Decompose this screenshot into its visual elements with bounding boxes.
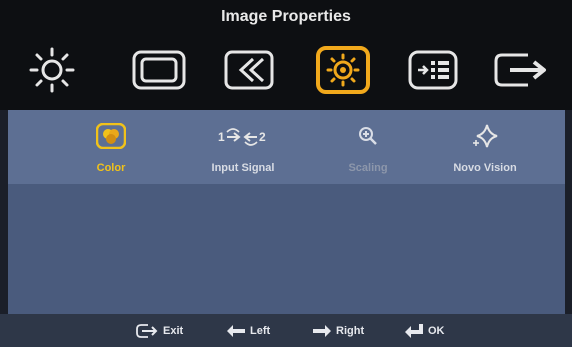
main-menu-item-image-setup[interactable] <box>220 42 278 98</box>
exit-icon <box>136 323 158 338</box>
osd-title: Image Properties <box>0 0 572 34</box>
arrow-left-icon <box>227 324 245 337</box>
footer-hints: Exit Left Right OK <box>0 314 572 347</box>
submenu-panel: Color 1 2 Input Signal Scaling Novo Visi… <box>8 110 565 184</box>
submenu-item-input-signal[interactable]: 1 2 Input Signal <box>198 110 288 184</box>
input-signal-icon: 1 2 <box>218 128 266 146</box>
footer-left[interactable]: Left <box>227 314 270 347</box>
arrow-right-icon <box>313 324 331 337</box>
submenu-label-scaling: Scaling <box>348 162 388 174</box>
footer-ok-label: OK <box>428 324 445 337</box>
title-text: Image Properties <box>221 8 351 25</box>
footer-right-label: Right <box>336 324 365 337</box>
brightness-icon <box>29 47 75 93</box>
footer-ok[interactable]: OK <box>405 314 445 347</box>
submenu-label-input-signal: Input Signal <box>211 162 275 174</box>
submenu-label-color: Color <box>96 162 126 174</box>
footer-left-label: Left <box>250 324 271 337</box>
main-menu-item-image-properties[interactable] <box>314 42 372 98</box>
color-icon <box>96 123 126 149</box>
footer-right[interactable]: Right <box>313 314 364 347</box>
submenu-label-novo-vision: Novo Vision <box>453 162 517 174</box>
svg-text:2: 2 <box>259 130 266 144</box>
footer-exit-label: Exit <box>163 324 184 337</box>
monitor-position-icon <box>132 50 186 90</box>
content-area <box>8 184 565 314</box>
novo-vision-icon <box>473 124 498 148</box>
main-menu-item-options[interactable] <box>404 42 462 98</box>
footer-exit[interactable]: Exit <box>136 314 183 347</box>
main-menu-item-position[interactable] <box>130 42 188 98</box>
image-setup-icon <box>224 50 274 90</box>
options-icon <box>408 50 458 90</box>
svg-text:1: 1 <box>218 130 225 144</box>
main-menu-item-brightness[interactable] <box>23 42 81 98</box>
enter-icon <box>405 323 423 338</box>
osd-window: Image Properties Color 1 2 Input Signal … <box>0 0 572 347</box>
main-menu <box>0 34 572 110</box>
exit-menu-icon <box>494 53 546 87</box>
submenu-item-novo-vision[interactable]: Novo Vision <box>440 110 530 184</box>
submenu-item-color[interactable]: Color <box>76 110 146 184</box>
zoom-icon <box>359 127 377 145</box>
image-properties-icon <box>316 46 370 94</box>
submenu-item-scaling[interactable]: Scaling <box>328 110 408 184</box>
main-menu-item-exit[interactable] <box>492 42 550 98</box>
